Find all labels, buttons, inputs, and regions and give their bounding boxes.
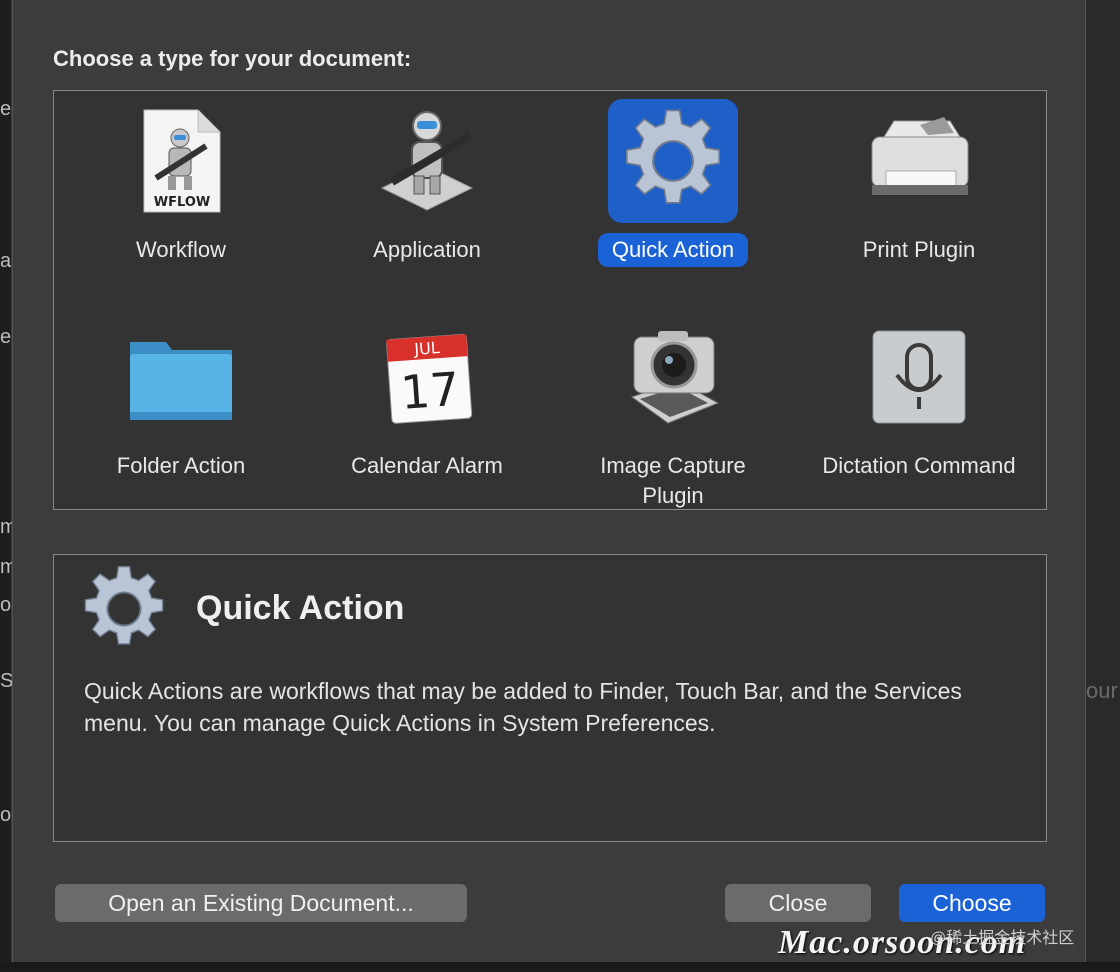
printer-icon — [854, 99, 984, 223]
background-bottom-strip — [0, 962, 1120, 972]
open-existing-document-button[interactable]: Open an Existing Document... — [55, 884, 467, 922]
background-text-fragment: S — [0, 670, 12, 692]
workflow-document-icon: WFLOW — [116, 99, 246, 223]
type-tile-print-plugin[interactable]: Print Plugin — [796, 97, 1042, 297]
type-tile-application[interactable]: Application — [304, 97, 550, 297]
background-text-fragment: o — [0, 804, 12, 826]
folder-icon — [116, 315, 246, 439]
calendar-day: 17 — [399, 362, 461, 420]
gear-icon — [608, 99, 738, 223]
type-label: Workflow — [135, 237, 227, 262]
background-text-fragment: e — [0, 326, 12, 348]
type-label: Folder Action — [116, 453, 246, 478]
type-label: Dictation Command — [822, 453, 1016, 478]
microphone-icon — [854, 315, 984, 439]
type-tile-calendar-alarm[interactable]: JUL 17 Calendar Alarm — [304, 313, 550, 513]
workflow-badge-text: WFLOW — [154, 195, 210, 210]
watermark-secondary: @稀土掘金技术社区 — [930, 930, 1075, 947]
type-label: Quick Action — [597, 233, 749, 267]
background-text-fragment: m — [0, 516, 12, 538]
description-text: Quick Actions are workflows that may be … — [84, 678, 962, 736]
background-text-fragment: m — [0, 556, 12, 578]
document-type-sheet: Choose a type for your document: WFLOW W… — [12, 0, 1086, 962]
background-text-fragment: o — [0, 594, 12, 616]
sheet-prompt: Choose a type for your document: — [53, 46, 412, 71]
type-label: Application — [373, 237, 481, 262]
background-text-fragment: our — [1086, 678, 1118, 703]
background-text-fragment: a — [0, 250, 12, 272]
close-button[interactable]: Close — [725, 884, 871, 922]
type-tile-workflow[interactable]: WFLOW Workflow — [58, 97, 304, 297]
background-window-left-edge: e a e m m o S o — [0, 0, 12, 972]
calendar-icon: JUL 17 — [362, 315, 492, 439]
automator-robot-icon — [362, 99, 492, 223]
gear-icon — [78, 563, 170, 655]
type-tile-dictation-command[interactable]: Dictation Command — [796, 313, 1042, 513]
background-window-right-edge — [1086, 0, 1120, 972]
description-panel: Quick Action Quick Actions are workflows… — [53, 554, 1047, 842]
background-text-fragment: e — [0, 98, 12, 120]
type-label: Calendar Alarm — [351, 453, 503, 478]
camera-icon — [608, 315, 738, 439]
type-tile-quick-action[interactable]: Quick Action — [550, 97, 796, 297]
type-tile-image-capture-plugin[interactable]: Image Capture Plugin — [550, 313, 796, 513]
type-tile-folder-action[interactable]: Folder Action — [58, 313, 304, 513]
choose-button[interactable]: Choose — [899, 884, 1045, 922]
type-label: Print Plugin — [862, 237, 976, 262]
document-type-grid: WFLOW Workflow Application Quick Action … — [53, 90, 1047, 510]
calendar-month: JUL — [413, 338, 441, 359]
type-label: Image Capture Plugin — [600, 453, 746, 508]
description-title: Quick Action — [196, 589, 405, 627]
